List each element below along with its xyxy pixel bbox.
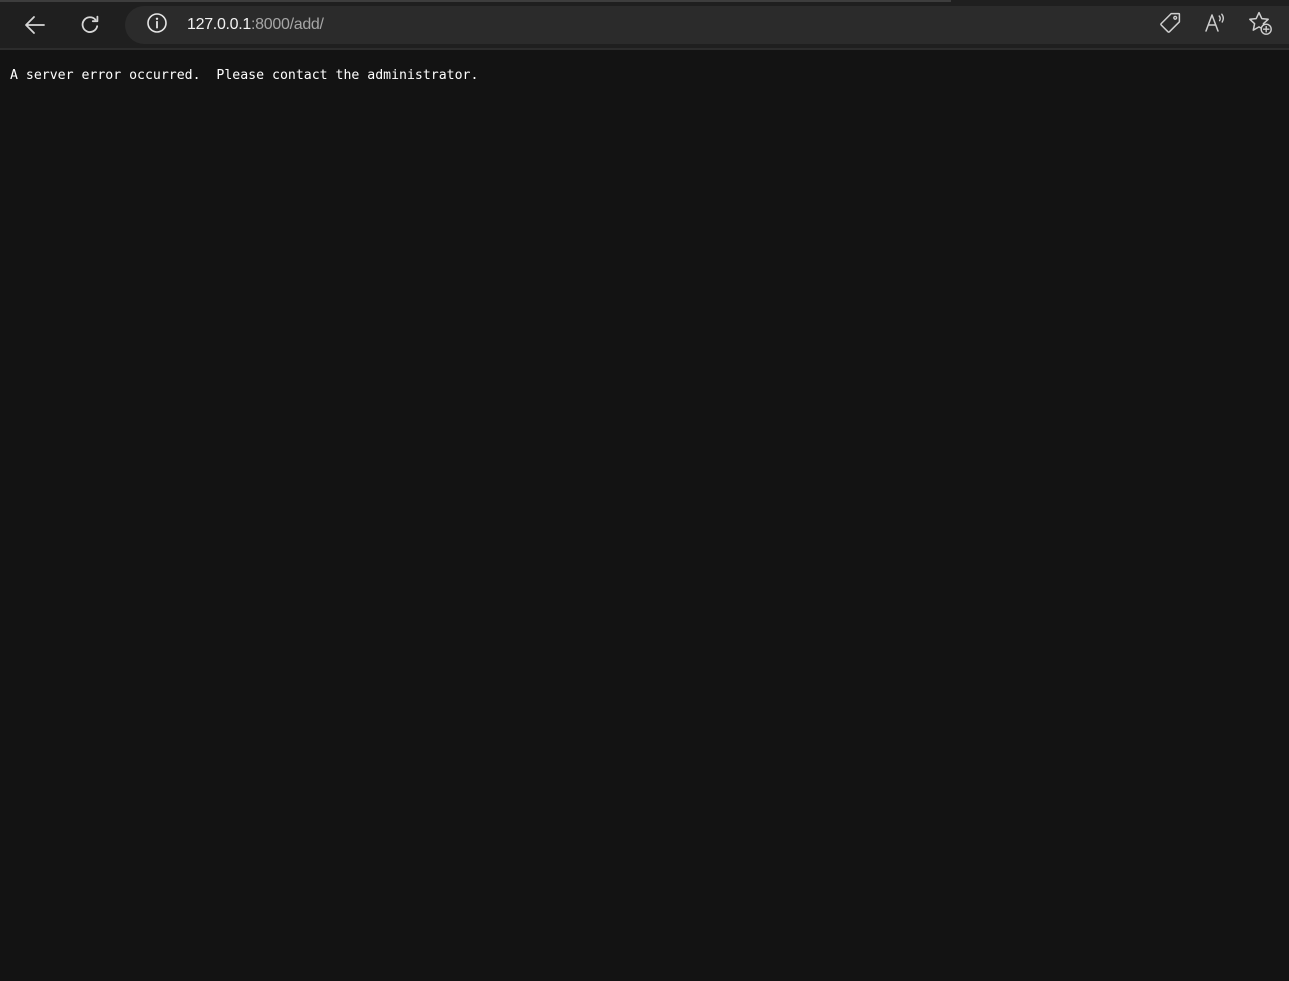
browser-window: 127.0.0.1:8000/add/ A server error occur… xyxy=(0,0,1289,981)
back-button[interactable] xyxy=(17,7,53,43)
address-bar[interactable]: 127.0.0.1:8000/add/ xyxy=(125,6,1289,44)
url-input[interactable]: 127.0.0.1:8000/add/ xyxy=(187,6,324,44)
refresh-icon xyxy=(79,14,101,36)
tag-icon xyxy=(1158,11,1182,40)
add-favorite-button[interactable] xyxy=(1245,10,1275,40)
url-path: :8000/add/ xyxy=(251,16,324,33)
info-circle-icon xyxy=(146,12,168,39)
url-host: 127.0.0.1 xyxy=(187,16,252,33)
favorite-add-icon xyxy=(1247,10,1273,41)
read-aloud-button[interactable] xyxy=(1200,10,1230,40)
tag-button[interactable] xyxy=(1155,10,1185,40)
site-info-button[interactable] xyxy=(145,12,169,39)
read-aloud-icon xyxy=(1203,11,1227,40)
browser-toolbar: 127.0.0.1:8000/add/ xyxy=(0,0,1289,50)
page-load-progress-bar xyxy=(0,0,951,2)
arrow-left-icon xyxy=(24,14,46,36)
refresh-button[interactable] xyxy=(72,7,108,43)
server-error-message: A server error occurred. Please contact … xyxy=(10,68,479,83)
page-content: A server error occurred. Please contact … xyxy=(0,50,1289,981)
